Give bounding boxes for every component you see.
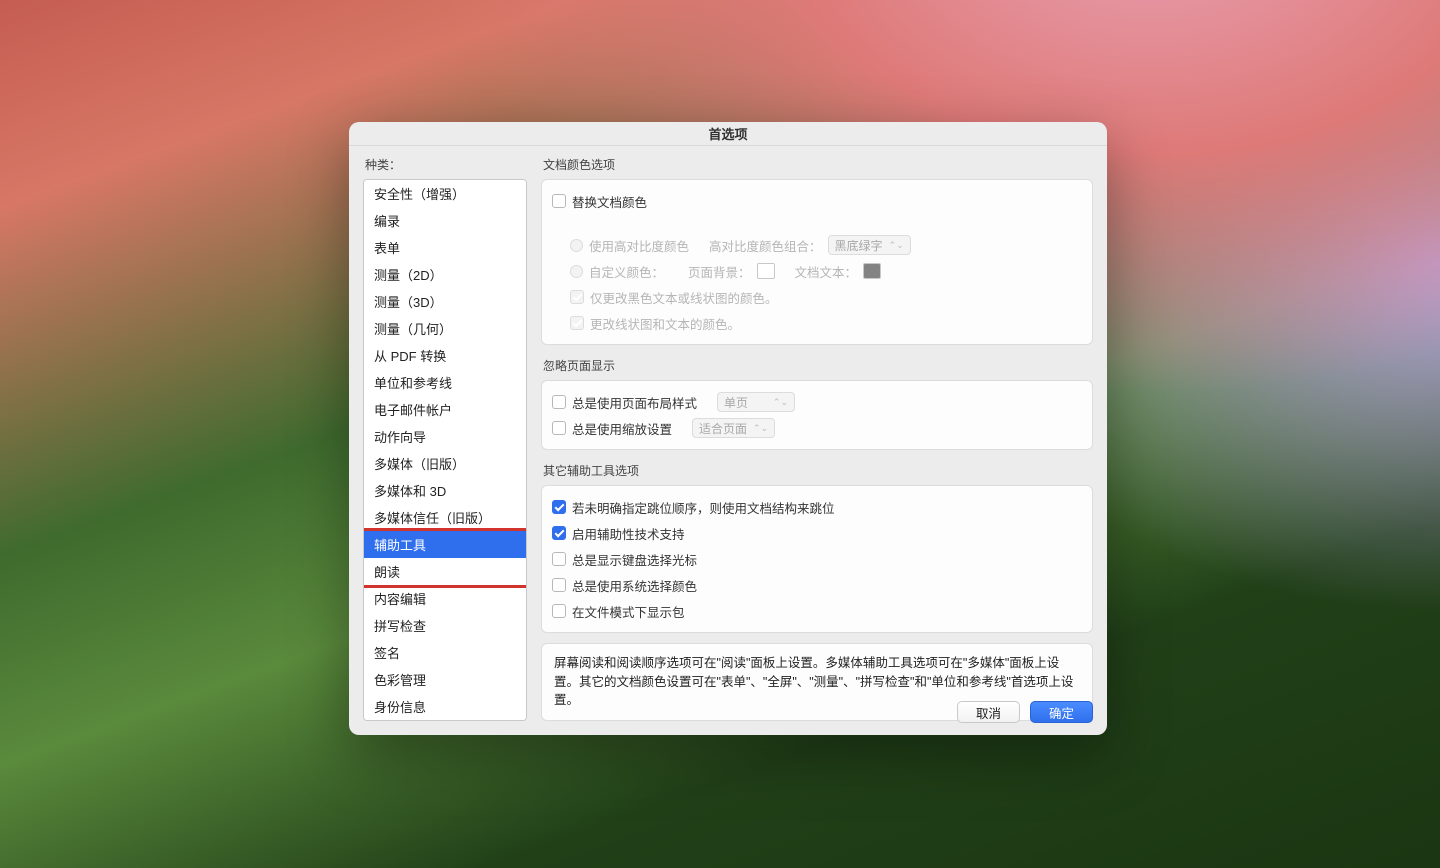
chevron-updown-icon: ⌃⌄ xyxy=(753,424,768,433)
checkbox-assistive[interactable] xyxy=(552,526,566,540)
section-title-other: 其它辅助工具选项 xyxy=(543,462,1093,479)
category-item[interactable]: 电子邮件帐户 xyxy=(364,396,526,423)
category-item[interactable]: 编录 xyxy=(364,207,526,234)
section-title-override: 忽略页面显示 xyxy=(543,357,1093,374)
checkbox-change-shapes xyxy=(570,316,584,330)
checkbox-show-package[interactable] xyxy=(552,604,566,618)
checkbox-caret[interactable] xyxy=(552,552,566,566)
chevron-updown-icon: ⌃⌄ xyxy=(773,398,788,407)
select-layout-value: 单页 xyxy=(724,394,748,411)
category-item[interactable]: 表单 xyxy=(364,234,526,261)
cancel-button[interactable]: 取消 xyxy=(957,701,1020,723)
label-always-zoom: 总是使用缩放设置 xyxy=(572,419,672,438)
settings-pane: 文档颜色选项 替换文档颜色 使用高对比度颜色 高对比度颜色组合： 黑底绿字 xyxy=(541,156,1093,721)
panel-colors: 替换文档颜色 使用高对比度颜色 高对比度颜色组合： 黑底绿字 ⌃⌄ xyxy=(541,179,1093,345)
category-item[interactable]: 辅助工具 xyxy=(364,531,526,558)
swatch-page-bg xyxy=(757,263,775,279)
ok-button[interactable]: 确定 xyxy=(1030,701,1093,723)
checkbox-system-color[interactable] xyxy=(552,578,566,592)
category-item[interactable]: 多媒体信任（旧版） xyxy=(364,504,526,531)
sidebar: 种类： 安全性（增强）编录表单测量（2D）测量（3D）测量（几何）从 PDF 转… xyxy=(363,156,527,721)
checkbox-always-layout[interactable] xyxy=(552,395,566,409)
dialog-footer: 取消 确定 xyxy=(957,701,1093,723)
category-item[interactable]: 测量（3D） xyxy=(364,288,526,315)
label-caret: 总是显示键盘选择光标 xyxy=(572,550,697,569)
panel-other: 若未明确指定跳位顺序，则使用文档结构来跳位 启用辅助性技术支持 总是显示键盘选择… xyxy=(541,485,1093,633)
label-only-black: 仅更改黑色文本或线状图的颜色。 xyxy=(590,288,778,307)
label-show-package: 在文件模式下显示包 xyxy=(572,602,685,621)
category-item[interactable]: 多媒体（旧版） xyxy=(364,450,526,477)
label-assistive: 启用辅助性技术支持 xyxy=(572,524,685,543)
category-item[interactable]: 从 PDF 转换 xyxy=(364,342,526,369)
section-title-colors: 文档颜色选项 xyxy=(543,156,1093,173)
category-item[interactable]: 动作向导 xyxy=(364,423,526,450)
window-body: 种类： 安全性（增强）编录表单测量（2D）测量（3D）测量（几何）从 PDF 转… xyxy=(349,146,1107,735)
radio-custom-color xyxy=(570,265,583,278)
label-system-color: 总是使用系统选择颜色 xyxy=(572,576,697,595)
select-zoom: 适合页面 ⌃⌄ xyxy=(692,418,775,438)
select-high-contrast-combo: 黑底绿字 ⌃⌄ xyxy=(828,235,911,255)
select-layout: 单页 ⌃⌄ xyxy=(717,392,795,412)
chevron-updown-icon: ⌃⌄ xyxy=(889,241,904,250)
category-item[interactable]: 测量（2D） xyxy=(364,261,526,288)
desktop-background: 首选项 种类： 安全性（增强）编录表单测量（2D）测量（3D）测量（几何）从 P… xyxy=(0,0,1440,868)
label-high-contrast-combo: 高对比度颜色组合： xyxy=(709,236,822,255)
category-listbox[interactable]: 安全性（增强）编录表单测量（2D）测量（3D）测量（几何）从 PDF 转换单位和… xyxy=(363,179,527,721)
category-item[interactable]: 朗读 xyxy=(364,558,526,585)
preferences-window: 首选项 种类： 安全性（增强）编录表单测量（2D）测量（3D）测量（几何）从 P… xyxy=(349,122,1107,735)
label-custom-color: 自定义颜色： xyxy=(589,262,664,281)
label-replace-colors: 替换文档颜色 xyxy=(572,192,647,211)
checkbox-replace-colors[interactable] xyxy=(552,194,566,208)
panel-override: 总是使用页面布局样式 单页 ⌃⌄ 总是使用缩放设置 适合页面 ⌃ xyxy=(541,380,1093,450)
category-item[interactable]: 内容编辑 xyxy=(364,585,526,612)
select-zoom-value: 适合页面 xyxy=(699,420,747,437)
checkbox-only-black xyxy=(570,290,584,304)
window-title: 首选项 xyxy=(349,122,1107,146)
category-item[interactable]: 单位和参考线 xyxy=(364,369,526,396)
sidebar-heading: 种类： xyxy=(365,156,527,173)
category-item[interactable]: 拼写检查 xyxy=(364,612,526,639)
label-high-contrast: 使用高对比度颜色 xyxy=(589,236,689,255)
radio-high-contrast xyxy=(570,239,583,252)
category-item[interactable]: 多媒体和 3D xyxy=(364,477,526,504)
category-item[interactable]: 色彩管理 xyxy=(364,666,526,693)
category-item[interactable]: 签名 xyxy=(364,639,526,666)
checkbox-tab-order[interactable] xyxy=(552,500,566,514)
label-change-shapes: 更改线状图和文本的颜色。 xyxy=(590,314,740,333)
label-tab-order: 若未明确指定跳位顺序，则使用文档结构来跳位 xyxy=(572,498,835,517)
label-always-layout: 总是使用页面布局样式 xyxy=(572,393,697,412)
category-item[interactable]: 测量（几何） xyxy=(364,315,526,342)
category-item[interactable]: 身份信息 xyxy=(364,693,526,720)
label-page-bg: 页面背景： xyxy=(688,262,751,281)
swatch-doc-text xyxy=(863,263,881,279)
label-doc-text: 文档文本： xyxy=(795,262,858,281)
select-high-contrast-value: 黑底绿字 xyxy=(835,237,883,254)
checkbox-always-zoom[interactable] xyxy=(552,421,566,435)
category-item[interactable]: 安全性（增强） xyxy=(364,180,526,207)
